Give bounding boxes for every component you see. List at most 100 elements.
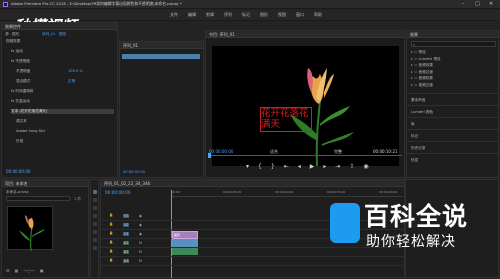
razor-tool-icon[interactable] [93,214,97,218]
effects-search-input[interactable]: ⌕ [411,41,496,47]
track-label[interactable]: V2 [123,223,130,227]
effect-timecode[interactable]: 00:00:00:00 [6,169,30,174]
effect-row-label: 视频效果 [6,39,21,43]
effect-row[interactable]: 外观 [16,139,114,144]
effect-row[interactable]: fx 运动 [11,49,114,54]
export-frame-icon[interactable]: ◉ [363,163,368,170]
source-clip-bar[interactable] [122,54,200,59]
effect-row-value[interactable]: 100.0 % [68,69,83,73]
effects-section-tab[interactable]: 标记 [407,129,499,141]
menu-item[interactable]: 帮助 [314,12,322,18]
effects-section-tab[interactable]: 基本声音 [407,93,499,105]
project-item-count: 1 项 [74,197,81,201]
mute-icon[interactable]: M [139,259,142,263]
timeline-audio-clip[interactable] [172,248,198,255]
effects-section-tab[interactable]: 库 [407,117,499,129]
effects-sections: 基本声音 Lumetri 颜色库标记 历史记录 信息 [407,93,499,165]
menu-item[interactable]: 标记 [242,12,250,18]
track-label[interactable]: A1 [123,241,130,245]
menu-item[interactable]: 剪辑 [206,12,214,18]
caption-box[interactable]: 花开花落花满天 [260,107,312,132]
timeline-video-clip[interactable] [172,239,198,247]
project-search-input[interactable] [6,196,70,201]
program-duration: 00:00:10:21 [373,149,398,154]
project-thumbnail[interactable] [7,206,53,251]
menu-item[interactable]: 编辑 [188,12,196,18]
effects-section-tab[interactable]: 信息 [407,153,499,165]
effect-sequence-label[interactable]: 序列_01 · 图形 [42,32,66,37]
effect-row[interactable]: fx 时间重映射 [11,89,114,94]
ripple-edit-tool-icon[interactable] [93,206,97,210]
step-forward-icon[interactable]: ▸ [323,163,326,170]
effect-row[interactable]: fx 矢量运动 [11,99,114,104]
effect-row[interactable]: Adobe Song Std [16,129,114,133]
step-back-icon[interactable]: ◂ [298,163,301,170]
effects-section-tab[interactable]: 历史记录 [407,141,499,153]
lock-icon[interactable]: 🔒 [109,231,113,235]
pen-tool-icon[interactable] [93,230,97,234]
effects-panel-tab[interactable]: 效果 [407,31,498,38]
selection-tool-icon[interactable] [93,190,97,194]
go-to-in-icon[interactable]: ⇤ [284,163,289,170]
menu-item[interactable]: 文件 [170,12,178,18]
mute-icon[interactable]: M [139,250,142,254]
project-panel-tab[interactable]: 项目: 未命名 [2,180,88,187]
baidu-watermark-subtitle: 助你轻松解决 [366,234,456,250]
lock-icon[interactable]: 🔒 [109,258,113,262]
timeline-tab[interactable]: 序列_01_02_22_34_346 [101,180,404,187]
menu-item[interactable]: 图形 [260,12,268,18]
effect-row-label: Adobe Song Std [16,129,45,133]
effect-row-value[interactable]: 正常 [68,79,75,84]
lift-icon[interactable]: ⇧ [349,163,354,170]
menu-item[interactable]: 窗口 [296,12,304,18]
lock-icon[interactable]: 🔒 [109,213,113,217]
program-monitor-tab[interactable]: 节目: 序列_01 [206,31,404,38]
eye-icon[interactable]: ◉ [139,214,142,218]
close-icon[interactable]: ✕ [489,1,493,7]
slip-tool-icon[interactable] [93,222,97,226]
eye-icon[interactable]: ◉ [139,223,142,227]
mute-icon[interactable]: M [139,241,142,245]
track-label[interactable]: A3 [123,259,130,263]
effect-row[interactable]: 混合模式 正常 [16,79,114,84]
lock-icon[interactable]: 🔒 [109,222,113,226]
hand-tool-icon[interactable] [93,238,97,242]
effects-section-tab[interactable]: Lumetri 颜色 [407,105,499,117]
lock-icon[interactable]: 🔒 [109,249,113,253]
effects-folder[interactable]: ▸ ▭ 视频过渡 [411,83,496,90]
maximize-icon[interactable]: □ [475,1,480,7]
zoom-slider-icon[interactable]: —○— [23,268,35,273]
new-item-icon[interactable]: ▣ [40,268,44,273]
track-label[interactable]: V3 [123,214,130,218]
lock-icon[interactable]: 🔒 [109,240,113,244]
mark-out-icon[interactable]: } [271,163,275,170]
source-panel-tab[interactable]: 序列_01 [120,42,203,49]
effect-controls-tab[interactable]: 效果控件 [2,23,117,30]
icon-view-icon[interactable]: ▦ [15,268,19,273]
minimize-icon[interactable]: – [462,1,465,7]
source-timecode[interactable]: 00:00:00:00 [123,170,145,174]
eye-icon[interactable]: ◉ [139,232,142,236]
effect-row[interactable]: 不透明度 100.0 % [16,69,114,74]
program-current-time[interactable]: 00:00:00:00 [209,149,233,154]
playhead-bar[interactable] [208,153,402,159]
track-label[interactable]: V1 [123,232,130,236]
timeline-timecode[interactable]: 00:00:00:00 [105,190,131,195]
go-to-out-icon[interactable]: ⇥ [335,163,340,170]
list-view-icon[interactable]: ☰ [6,268,10,273]
timeline-clip[interactable]: 图形 [172,231,198,239]
playhead-marker[interactable] [208,153,211,158]
effect-row[interactable]: 视频效果 [6,39,114,44]
type-tool-icon[interactable] [93,246,97,250]
effect-row[interactable]: 文本 (花开花落花满天) [11,109,114,114]
effect-row[interactable]: 源文本 [16,119,114,124]
effect-row[interactable]: fx 不透明度 [11,59,114,64]
add-marker-icon[interactable]: ▾ [246,163,249,170]
menu-item[interactable]: 序列 [224,12,232,18]
menu-item[interactable]: 视图 [278,12,286,18]
play-icon[interactable]: ▶ [310,163,315,170]
track-select-tool-icon[interactable] [93,198,97,202]
transport-controls: ▾ { } ⇤ ◂ ▶ ▸ ⇥ ⇧ ◉ [246,163,369,170]
track-label[interactable]: A2 [123,250,130,254]
mark-in-icon[interactable]: { [258,163,262,170]
